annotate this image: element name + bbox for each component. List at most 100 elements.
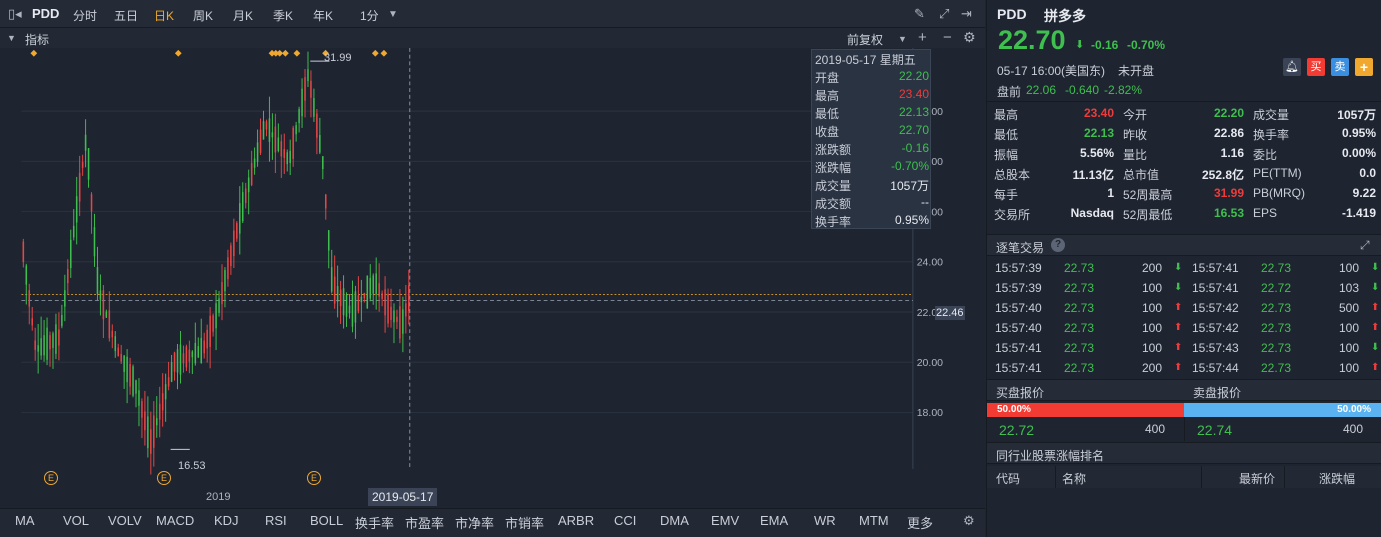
tick-time: 15:57:42 xyxy=(1192,301,1239,315)
tab-minute-select[interactable]: 1分 xyxy=(360,7,379,24)
tab-quarterly-k[interactable]: 季K xyxy=(273,7,293,24)
candle-body xyxy=(28,290,31,307)
ask-title: 卖盘报价 xyxy=(1193,386,1242,400)
adjust-select[interactable]: 前复权 xyxy=(847,31,883,48)
peer-col-name[interactable]: 名称 xyxy=(1062,470,1086,487)
tab-yearly-k[interactable]: 年K xyxy=(313,7,333,24)
bid-size: 400 xyxy=(1145,422,1166,436)
arrow-up-icon: ⬆ xyxy=(1371,302,1380,313)
indicator-tab-volv[interactable]: VOLV xyxy=(108,513,142,528)
tab-weekly-k[interactable]: 周K xyxy=(193,7,213,24)
candle-body xyxy=(336,286,339,302)
tab-daily-k[interactable]: 日K xyxy=(154,7,174,24)
indicator-tab-cci[interactable]: CCI xyxy=(614,513,636,528)
ask-size: 400 xyxy=(1343,422,1364,436)
candle-body xyxy=(259,129,262,153)
indicator-tab-ps[interactable]: 市销率 xyxy=(505,513,544,532)
expand-icon[interactable]: ⤢ xyxy=(939,6,949,22)
tick-qty: 100 xyxy=(1142,341,1163,355)
candle-body xyxy=(256,142,259,162)
peer-col-price[interactable]: 最新价 xyxy=(1239,470,1275,487)
indicator-tab-rsi[interactable]: RSI xyxy=(265,513,287,528)
indicator-tab-macd[interactable]: MACD xyxy=(156,513,194,528)
indicator-tab-dma[interactable]: DMA xyxy=(660,513,689,528)
indicator-tab-emv[interactable]: EMV xyxy=(711,513,739,528)
indicator-tab-pe[interactable]: 市盈率 xyxy=(405,513,444,532)
event-diamond-icon xyxy=(174,49,182,57)
help-icon[interactable]: ? xyxy=(1051,238,1065,252)
indicator-tab-pb[interactable]: 市净率 xyxy=(455,513,494,532)
collapse-icon[interactable]: ▼ xyxy=(7,33,16,43)
stat-label: 最高 xyxy=(994,108,1019,122)
indicator-tab-kdj[interactable]: KDJ xyxy=(214,513,239,528)
peer-header: 同行业股票涨幅排名 xyxy=(987,442,1381,464)
tab-monthly-k[interactable]: 月K xyxy=(233,7,253,24)
candle-body xyxy=(241,192,244,222)
tab-five-day[interactable]: 五日 xyxy=(114,7,138,24)
indicator-tab-wr[interactable]: WR xyxy=(814,513,836,528)
stat-value: 1 xyxy=(1107,186,1114,200)
sidebar-toggle-icon[interactable]: ▯◂ xyxy=(8,6,22,22)
candle-body xyxy=(330,267,333,292)
info-row: 换手率 0.95% xyxy=(815,213,929,231)
candle-body xyxy=(333,276,336,304)
candle-body xyxy=(316,113,318,138)
candle-body xyxy=(164,384,167,400)
indicator-tab-more[interactable]: 更多 xyxy=(907,513,933,532)
minus-icon[interactable]: − xyxy=(943,29,952,46)
pencil-icon[interactable]: ✎ xyxy=(914,6,925,22)
expand-icon[interactable]: ⤢ xyxy=(1360,238,1370,253)
candle-body xyxy=(153,415,155,448)
peer-col-code[interactable]: 代码 xyxy=(996,470,1020,487)
bell-icon[interactable]: 🔔︎ xyxy=(1283,58,1301,76)
tick-time: 15:57:41 xyxy=(1192,261,1239,275)
tab-intraday[interactable]: 分时 xyxy=(73,7,97,24)
stat-value: 22.20 xyxy=(1213,106,1244,120)
indicator-tab-mtm[interactable]: MTM xyxy=(859,513,889,528)
quote-change-pct: -0.70% xyxy=(1127,38,1166,52)
toolbar-symbol: PDD xyxy=(32,6,60,21)
candle-body xyxy=(179,344,182,375)
stat-label: 每手 xyxy=(994,188,1019,202)
stat-value: Nasdaq xyxy=(1070,206,1114,220)
pin-right-icon[interactable]: ⇥ xyxy=(961,6,972,22)
stat-label: 昨收 xyxy=(1123,128,1148,142)
gear-icon[interactable]: ⚙ xyxy=(963,513,975,529)
chevron-down-icon[interactable]: ▼ xyxy=(898,34,907,44)
indicator-header: ▼ 指标 前复权 ▼ + − ⚙ xyxy=(0,28,985,48)
indicator-tab-ma[interactable]: MA xyxy=(15,513,35,528)
candle-body xyxy=(396,316,398,322)
premarket-change: -0.640 xyxy=(1065,83,1100,97)
plus-icon[interactable]: + xyxy=(918,29,927,46)
sell-button[interactable]: 卖 xyxy=(1331,58,1349,76)
candle-body xyxy=(81,162,84,168)
quote-change: -0.16 xyxy=(1091,38,1119,52)
candle-body xyxy=(176,349,179,373)
tick-price: 22.72 xyxy=(1261,281,1292,295)
arrow-down-icon: ⬇ xyxy=(1075,39,1085,51)
indicator-tab-ema[interactable]: EMA xyxy=(760,513,788,528)
chevron-down-icon[interactable]: ▼ xyxy=(388,9,398,20)
candle-body xyxy=(369,277,372,299)
earnings-event-icon[interactable]: E xyxy=(307,471,321,485)
peer-col-change[interactable]: 涨跌幅 xyxy=(1319,470,1355,487)
indicator-tab-vol[interactable]: VOL xyxy=(63,513,89,528)
gear-icon[interactable]: ⚙ xyxy=(963,29,976,46)
indicator-tab-turnover[interactable]: 换手率 xyxy=(355,513,394,532)
info-key: 涨跌额 xyxy=(815,143,852,157)
candle-body xyxy=(218,298,220,313)
candle-body xyxy=(405,303,407,317)
info-row: 涨跌幅 -0.70% xyxy=(815,159,929,177)
indicator-tab-boll[interactable]: BOLL xyxy=(310,513,343,528)
earnings-event-icon[interactable]: E xyxy=(44,471,58,485)
candle-body xyxy=(310,80,312,98)
candle-body xyxy=(339,289,342,307)
stat-label: 振幅 xyxy=(994,148,1019,162)
candle-body xyxy=(277,137,280,151)
candle-body xyxy=(262,121,265,140)
buy-button[interactable]: 买 xyxy=(1307,58,1325,76)
earnings-event-icon[interactable]: E xyxy=(157,471,171,485)
add-watchlist-button[interactable]: + xyxy=(1355,58,1373,76)
indicator-tab-arbr[interactable]: ARBR xyxy=(558,513,594,528)
info-row: 成交额 -- xyxy=(815,195,929,213)
